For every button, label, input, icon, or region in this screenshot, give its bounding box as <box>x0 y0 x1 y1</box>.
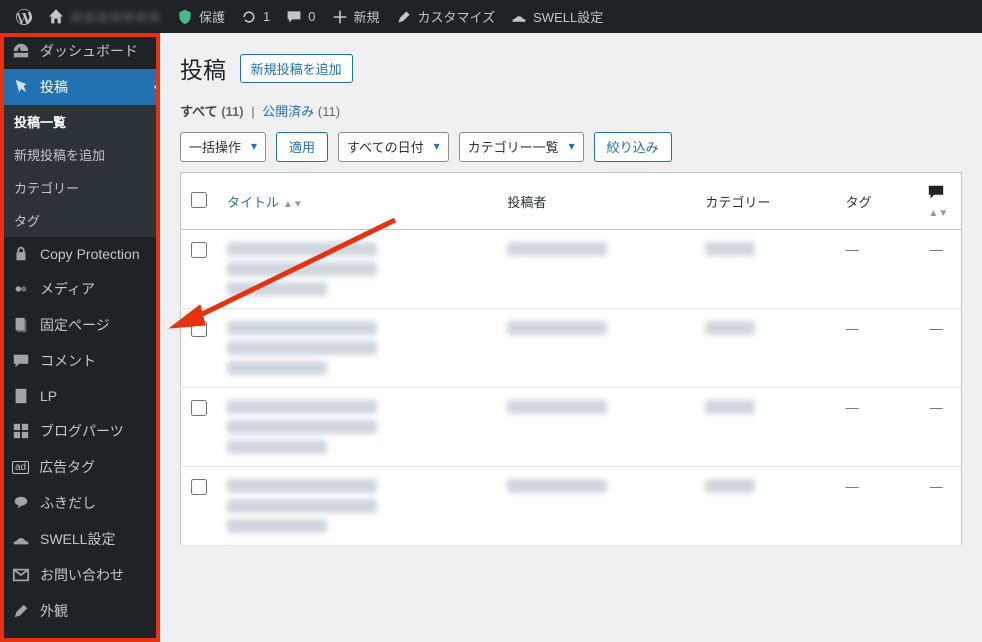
menu-ad-tag[interactable]: ad広告タグ <box>0 449 160 485</box>
column-comments[interactable]: ▲▼ <box>912 173 962 230</box>
cell-title[interactable] <box>217 230 497 309</box>
submenu-posts-new[interactable]: 新規投稿を追加 <box>0 138 160 171</box>
cell-title[interactable] <box>217 309 497 388</box>
menu-appearance[interactable]: 外観 <box>0 593 160 629</box>
menu-posts[interactable]: 投稿 <box>0 69 160 105</box>
cell-comments: — <box>912 388 962 467</box>
cell-tags: — <box>836 467 912 546</box>
column-title[interactable]: タイトル▲▼ <box>217 173 497 230</box>
cell-comments: — <box>912 467 962 546</box>
cell-author <box>497 309 695 388</box>
customize-link[interactable]: カスタマイズ <box>388 0 504 33</box>
protect-link[interactable]: 保護 <box>169 0 233 33</box>
apply-button[interactable]: 適用 <box>276 132 328 162</box>
submenu-posts-all[interactable]: 投稿一覧 <box>0 105 160 138</box>
table-row: —— <box>181 230 962 309</box>
posts-table: タイトル▲▼ 投稿者 カテゴリー タグ ▲▼ ———————— <box>180 172 962 546</box>
column-author: 投稿者 <box>497 173 695 230</box>
cell-author <box>497 388 695 467</box>
menu-pages[interactable]: 固定ページ <box>0 307 160 343</box>
menu-media[interactable]: メディア <box>0 271 160 307</box>
row-checkbox[interactable] <box>191 400 207 416</box>
cell-tags: — <box>836 388 912 467</box>
row-checkbox[interactable] <box>191 321 207 337</box>
cell-tags: — <box>836 309 912 388</box>
submenu-posts: 投稿一覧 新規投稿を追加 カテゴリー タグ <box>0 105 160 237</box>
cell-categories <box>695 309 835 388</box>
page-title: 投稿 <box>180 51 226 85</box>
new-link[interactable]: 新規 <box>324 0 388 33</box>
cell-categories <box>695 388 835 467</box>
submenu-posts-categories[interactable]: カテゴリー <box>0 171 160 204</box>
comments-link[interactable]: 0 <box>278 0 323 33</box>
menu-swell-settings[interactable]: SWELL設定 <box>0 521 160 557</box>
filter-published[interactable]: 公開済み (11) <box>262 104 340 119</box>
add-new-button[interactable]: 新規投稿を追加 <box>240 54 353 83</box>
column-tags: タグ <box>836 173 912 230</box>
tablenav-top: 一括操作 適用 すべての日付 カテゴリー一覧 絞り込み <box>180 132 962 162</box>
admin-sidebar: ダッシュボード 投稿 投稿一覧 新規投稿を追加 カテゴリー タグ Copy Pr… <box>0 33 160 642</box>
menu-blog-parts[interactable]: ブログパーツ <box>0 413 160 449</box>
status-filters: すべて (11) | 公開済み (11) <box>180 101 962 120</box>
swell-settings-link[interactable]: SWELL設定 <box>503 0 611 33</box>
cell-author <box>497 230 695 309</box>
cell-title[interactable] <box>217 388 497 467</box>
category-filter-select[interactable]: カテゴリー一覧 <box>459 132 584 162</box>
column-categories: カテゴリー <box>695 173 835 230</box>
row-checkbox[interactable] <box>191 242 207 258</box>
menu-contact[interactable]: お問い合わせ <box>0 557 160 593</box>
table-row: —— <box>181 309 962 388</box>
menu-lp[interactable]: LP <box>0 379 160 413</box>
date-filter-select[interactable]: すべての日付 <box>338 132 449 162</box>
wp-logo[interactable] <box>8 0 40 33</box>
cell-categories <box>695 467 835 546</box>
menu-dashboard[interactable]: ダッシュボード <box>0 33 160 69</box>
bulk-action-select[interactable]: 一括操作 <box>180 132 266 162</box>
submenu-posts-tags[interactable]: タグ <box>0 204 160 237</box>
select-all-checkbox[interactable] <box>191 192 207 208</box>
updates-link[interactable]: 1 <box>233 0 278 33</box>
main-content: 投稿 新規投稿を追加 すべて (11) | 公開済み (11) 一括操作 適用 … <box>160 33 982 642</box>
cell-categories <box>695 230 835 309</box>
cell-author <box>497 467 695 546</box>
row-checkbox[interactable] <box>191 479 207 495</box>
menu-comments[interactable]: コメント <box>0 343 160 379</box>
menu-copy-protection[interactable]: Copy Protection <box>0 237 160 271</box>
cell-title[interactable] <box>217 467 497 546</box>
column-checkbox <box>181 173 218 230</box>
filter-button[interactable]: 絞り込み <box>594 132 672 162</box>
menu-balloon[interactable]: ふきだし <box>0 485 160 521</box>
cell-comments: — <box>912 309 962 388</box>
admin-toolbar: ＊＊＊＊＊＊＊ 保護 1 0 新規 カスタマイズ SWELL設定 <box>0 0 982 33</box>
table-row: —— <box>181 467 962 546</box>
home-icon[interactable]: ＊＊＊＊＊＊＊ <box>40 0 169 33</box>
table-row: —— <box>181 388 962 467</box>
cell-tags: — <box>836 230 912 309</box>
filter-all[interactable]: すべて (11) <box>180 104 244 119</box>
cell-comments: — <box>912 230 962 309</box>
